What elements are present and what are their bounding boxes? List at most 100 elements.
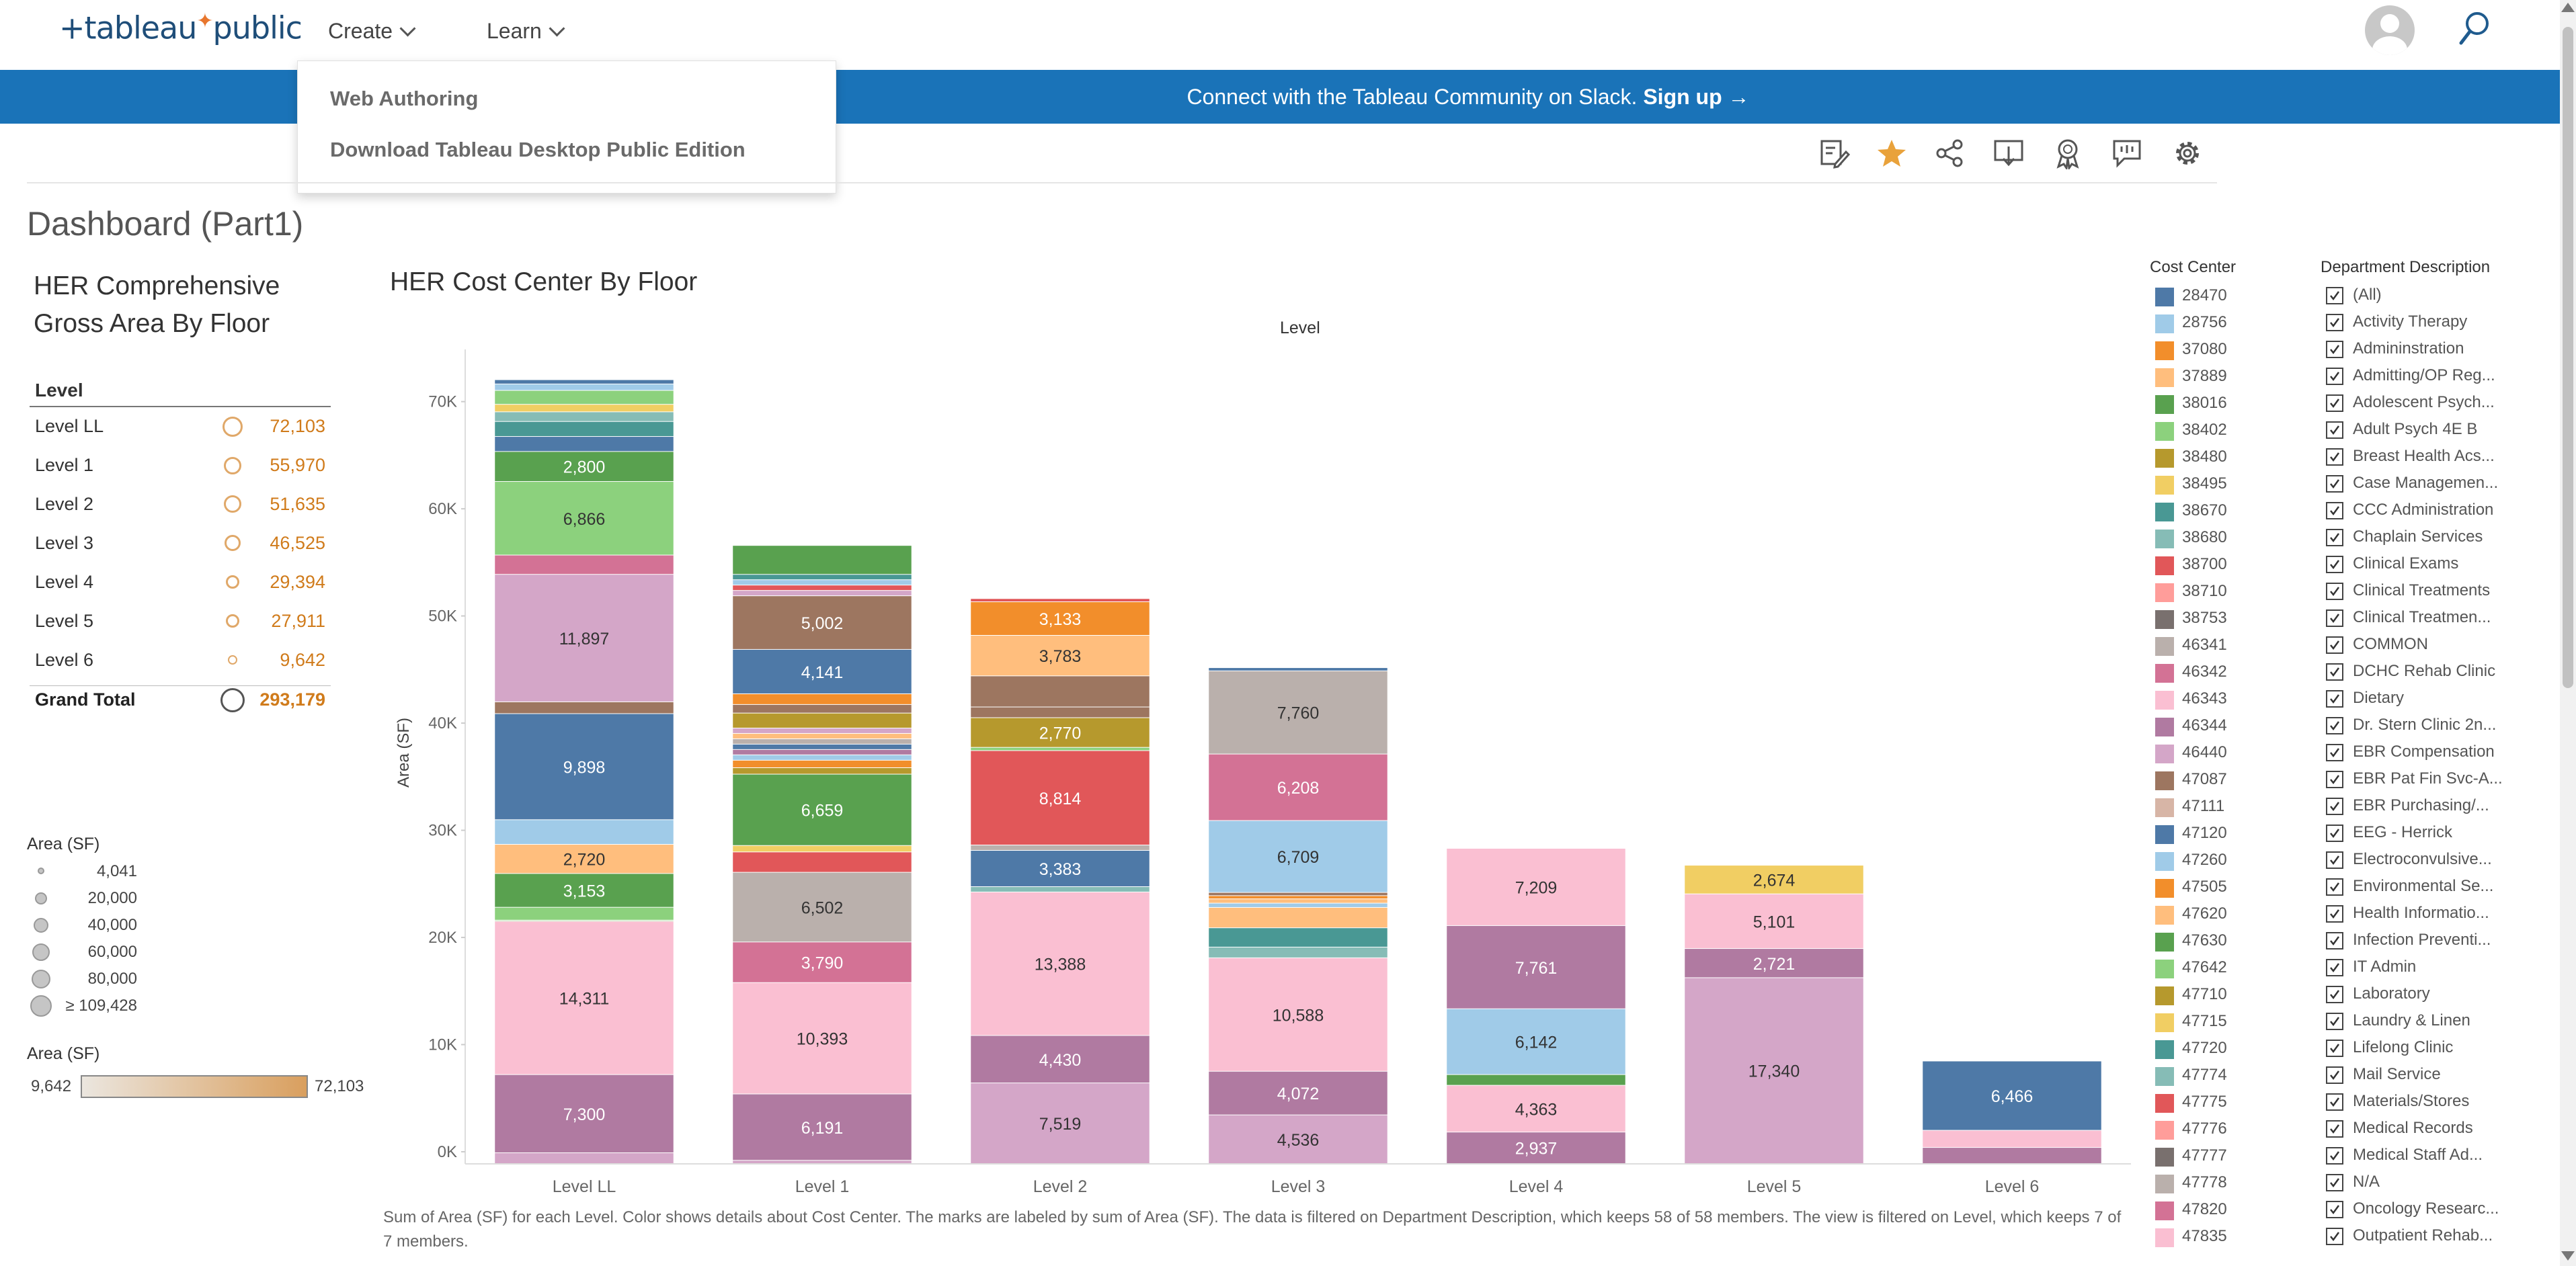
bar-segment[interactable] xyxy=(1447,1074,1625,1085)
area-circle-mark[interactable] xyxy=(228,655,237,665)
bar-segment[interactable] xyxy=(495,820,674,845)
bar-segment[interactable] xyxy=(1209,907,1387,928)
checkbox-checked-icon[interactable] xyxy=(2326,1093,2343,1111)
bar-segment[interactable] xyxy=(971,845,1150,851)
level-row-label[interactable]: Level 6 xyxy=(35,650,93,671)
search-icon[interactable] xyxy=(2459,11,2490,46)
bar-segment[interactable] xyxy=(733,760,912,767)
bar-segment[interactable] xyxy=(495,412,674,421)
checkbox-checked-icon[interactable] xyxy=(2326,556,2343,573)
bar-segment[interactable] xyxy=(1923,1130,2101,1148)
checkbox-checked-icon[interactable] xyxy=(2326,609,2343,627)
checkbox-checked-icon[interactable] xyxy=(2326,287,2343,304)
bar-segment[interactable] xyxy=(971,886,1150,892)
bar-segment[interactable] xyxy=(495,437,674,452)
checkbox-checked-icon[interactable] xyxy=(2326,341,2343,358)
bar-segment[interactable] xyxy=(971,676,1150,707)
checkbox-checked-icon[interactable] xyxy=(2326,1040,2343,1057)
checkbox-checked-icon[interactable] xyxy=(2326,475,2343,493)
bar-segment[interactable] xyxy=(733,744,912,749)
learn-menu[interactable]: Learn xyxy=(487,15,565,47)
checkbox-checked-icon[interactable] xyxy=(2326,825,2343,842)
checkbox-checked-icon[interactable] xyxy=(2326,1120,2343,1138)
grand-total-circle-mark[interactable] xyxy=(220,688,245,712)
bar-segment[interactable] xyxy=(495,384,674,390)
bar-segment[interactable] xyxy=(733,591,912,596)
bar-segment[interactable] xyxy=(733,767,912,774)
checkbox-checked-icon[interactable] xyxy=(2326,1201,2343,1218)
checkbox-checked-icon[interactable] xyxy=(2326,744,2343,761)
bar-segment[interactable] xyxy=(733,733,912,738)
area-circle-mark[interactable] xyxy=(226,575,239,589)
bar-segment[interactable] xyxy=(971,707,1150,718)
level-row-label[interactable]: Level 3 xyxy=(35,533,93,554)
bar-segment[interactable] xyxy=(495,1153,674,1163)
bar-segment[interactable] xyxy=(733,728,912,733)
area-circle-mark[interactable] xyxy=(226,614,239,628)
menu-item-download-desktop[interactable]: Download Tableau Desktop Public Edition xyxy=(330,138,746,162)
checkbox-checked-icon[interactable] xyxy=(2326,690,2343,708)
area-circle-mark[interactable] xyxy=(225,535,241,551)
level-row-label[interactable]: Level 2 xyxy=(35,494,93,515)
checkbox-checked-icon[interactable] xyxy=(2326,1147,2343,1165)
bar-segment[interactable] xyxy=(495,421,674,437)
bar-segment[interactable] xyxy=(495,390,674,405)
level-row-label[interactable]: Level LL xyxy=(35,416,104,437)
bar-segment[interactable] xyxy=(495,702,674,714)
bar-segment[interactable] xyxy=(733,585,912,591)
scroll-down-arrow-icon[interactable] xyxy=(2561,1251,2575,1261)
bar-segment[interactable] xyxy=(733,546,912,575)
bar-segment[interactable] xyxy=(733,738,912,744)
bar-segment[interactable] xyxy=(1209,896,1387,899)
create-menu[interactable]: Create xyxy=(328,15,416,47)
bar-segment[interactable] xyxy=(495,555,674,575)
bar-segment[interactable] xyxy=(1209,903,1387,907)
favorite-star-icon[interactable] xyxy=(1876,137,1908,169)
bar-segment[interactable] xyxy=(733,713,912,728)
bar-segment[interactable] xyxy=(733,749,912,755)
area-circle-mark[interactable] xyxy=(224,457,241,474)
checkbox-checked-icon[interactable] xyxy=(2326,1013,2343,1030)
checkbox-checked-icon[interactable] xyxy=(2326,314,2343,331)
bar-segment[interactable] xyxy=(733,852,912,872)
checkbox-checked-icon[interactable] xyxy=(2326,663,2343,681)
bar-segment[interactable] xyxy=(1923,1148,2101,1163)
checkbox-checked-icon[interactable] xyxy=(2326,394,2343,412)
level-row-label[interactable]: Level 4 xyxy=(35,572,93,593)
bar-segment[interactable] xyxy=(733,755,912,760)
checkbox-checked-icon[interactable] xyxy=(2326,905,2343,923)
checkbox-checked-icon[interactable] xyxy=(2326,636,2343,654)
banner-signup-link[interactable]: Sign up → xyxy=(1643,85,1749,109)
bar-segment[interactable] xyxy=(733,1160,912,1163)
bar-segment[interactable] xyxy=(1209,668,1387,671)
checkbox-checked-icon[interactable] xyxy=(2326,368,2343,385)
bar-segment[interactable] xyxy=(733,704,912,713)
checkbox-checked-icon[interactable] xyxy=(2326,1066,2343,1084)
settings-gear-icon[interactable] xyxy=(2171,137,2204,169)
checkbox-checked-icon[interactable] xyxy=(2326,986,2343,1003)
bar-segment[interactable] xyxy=(971,599,1150,602)
edit-icon[interactable] xyxy=(1818,137,1850,169)
share-icon[interactable] xyxy=(1933,137,1966,169)
badge-icon[interactable] xyxy=(2052,137,2084,169)
checkbox-checked-icon[interactable] xyxy=(2326,502,2343,519)
bar-segment[interactable] xyxy=(971,747,1150,751)
bar-segment[interactable] xyxy=(733,693,912,704)
checkbox-checked-icon[interactable] xyxy=(2326,851,2343,869)
level-row-label[interactable]: Level 5 xyxy=(35,611,93,632)
bar-segment[interactable] xyxy=(1209,892,1387,896)
checkbox-checked-icon[interactable] xyxy=(2326,798,2343,815)
area-circle-mark[interactable] xyxy=(224,495,241,513)
user-avatar[interactable] xyxy=(2365,5,2415,55)
checkbox-checked-icon[interactable] xyxy=(2326,529,2343,546)
scroll-up-arrow-icon[interactable] xyxy=(2561,3,2575,12)
bar-segment[interactable] xyxy=(1209,928,1387,947)
bar-segment[interactable] xyxy=(733,845,912,852)
area-circle-mark[interactable] xyxy=(223,417,243,437)
scrollbar-thumb[interactable] xyxy=(2563,27,2573,688)
checkbox-checked-icon[interactable] xyxy=(2326,959,2343,976)
bar-segment[interactable] xyxy=(495,405,674,412)
bar-segment[interactable] xyxy=(495,907,674,920)
checkbox-checked-icon[interactable] xyxy=(2326,448,2343,466)
comment-icon[interactable] xyxy=(2111,137,2143,169)
